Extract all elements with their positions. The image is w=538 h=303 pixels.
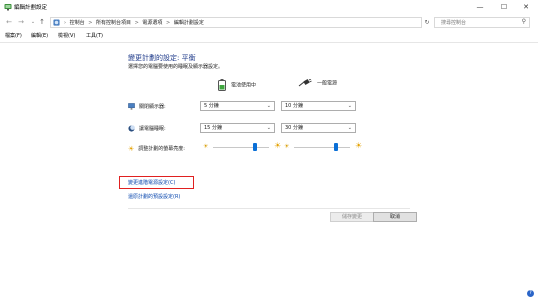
brightness-battery-slider[interactable]: ☀ ☀ — [203, 141, 283, 152]
breadcrumb-separator: › — [64, 20, 66, 26]
slider-thumb[interactable] — [334, 143, 338, 151]
refresh-icon[interactable]: ↻ — [422, 17, 432, 28]
sleep-row: 讓電腦睡眠: — [128, 125, 166, 132]
menu-tools[interactable]: 工具(T) — [86, 32, 103, 39]
slider-track[interactable] — [294, 147, 350, 148]
display-off-plugged-value: 10 分鐘 — [285, 103, 303, 109]
footer-divider — [128, 208, 410, 209]
minimize-button[interactable]: — — [468, 0, 492, 14]
column-header-plugged-in: 一般電源 — [298, 79, 337, 87]
column-header-battery: 電池使用中 — [218, 79, 256, 91]
menu-edit[interactable]: 編輯(E) — [31, 32, 48, 39]
chevron-down-icon: ⌄ — [347, 125, 352, 131]
menu-bar: 檔案(F) 編輯(E) 檢視(V) 工具(T) — [0, 31, 538, 41]
help-icon[interactable]: ? — [527, 290, 534, 297]
chevron-down-icon: ⌄ — [266, 125, 271, 131]
dim-sun-icon: ☀ — [203, 143, 209, 150]
control-panel-icon — [53, 19, 60, 26]
breadcrumb-separator: > — [166, 20, 171, 26]
display-off-label: 關閉顯示器: — [139, 104, 166, 110]
sleep-plugged-value: 30 分鐘 — [285, 125, 303, 131]
window-title: 編輯計劃設定 — [14, 5, 48, 11]
slider-thumb[interactable] — [253, 143, 257, 151]
navigation-bar: ← → ⌄ ↑ › 控制台 > 所有控制台項目 > 電源選項 > 編輯計劃設定 … — [0, 14, 538, 31]
chevron-down-icon: ⌄ — [347, 103, 352, 109]
breadcrumb-power-options[interactable]: 電源選項 — [142, 20, 162, 26]
close-button[interactable]: ✕ — [514, 0, 538, 14]
display-off-plugged-select[interactable]: 10 分鐘 ⌄ — [281, 101, 356, 111]
menu-divider — [0, 42, 538, 43]
brightness-row: ☀ 調整計劃的螢幕亮度: — [128, 145, 185, 153]
plug-icon — [298, 79, 312, 87]
page-subtitle: 選擇您的電腦要使用的睡眠及顯示器設定。 — [128, 64, 224, 70]
title-bar: 編輯計劃設定 — ☐ ✕ — [0, 0, 538, 14]
sleep-battery-select[interactable]: 15 分鐘 ⌄ — [200, 123, 275, 133]
breadcrumb-edit-plan[interactable]: 編輯計劃設定 — [174, 20, 204, 26]
address-bar[interactable]: › 控制台 > 所有控制台項目 > 電源選項 > 編輯計劃設定 ⌄ — [50, 17, 463, 28]
up-button[interactable]: ↑ — [37, 17, 47, 27]
breadcrumb-control-panel[interactable]: 控制台 — [70, 20, 85, 26]
back-button[interactable]: ← — [4, 17, 14, 27]
save-changes-button[interactable]: 儲存變更 — [330, 212, 374, 222]
advanced-settings-link[interactable]: 變更進階電源設定(C) — [128, 179, 175, 186]
menu-view[interactable]: 檢視(V) — [58, 32, 75, 39]
breadcrumb-all-items[interactable]: 所有控制台項目 — [96, 20, 131, 26]
plugged-in-label: 一般電源 — [317, 80, 338, 87]
sleep-moon-icon — [128, 125, 135, 132]
sleep-plugged-select[interactable]: 30 分鐘 ⌄ — [281, 123, 356, 133]
breadcrumb-separator: > — [88, 20, 93, 26]
search-icon[interactable]: ⚲ — [522, 18, 526, 25]
sleep-label: 讓電腦睡眠: — [139, 126, 166, 132]
display-off-battery-select[interactable]: 5 分鐘 ⌄ — [200, 101, 275, 111]
search-input[interactable]: 搜尋控制台 ⚲ — [434, 17, 530, 28]
power-options-icon — [4, 4, 12, 11]
dim-sun-icon: ☀ — [284, 143, 290, 150]
maximize-button[interactable]: ☐ — [492, 0, 516, 14]
page-title: 變更計劃的設定: 平衡 — [128, 54, 196, 62]
brightness-plugged-slider[interactable]: ☀ ☀ — [284, 141, 364, 152]
slider-track[interactable] — [213, 147, 269, 148]
brightness-label: 調整計劃的螢幕亮度: — [138, 146, 185, 152]
bright-sun-icon: ☀ — [274, 141, 282, 150]
search-placeholder: 搜尋控制台 — [441, 20, 467, 26]
restore-defaults-link[interactable]: 還原計劃的預設設定(R) — [128, 193, 180, 200]
display-off-battery-value: 5 分鐘 — [204, 103, 219, 109]
sleep-battery-value: 15 分鐘 — [204, 125, 222, 131]
chevron-down-icon: ⌄ — [266, 103, 271, 109]
battery-icon — [218, 79, 226, 91]
brightness-icon: ☀ — [128, 145, 135, 153]
breadcrumb-separator: > — [134, 20, 139, 26]
menu-file[interactable]: 檔案(F) — [5, 32, 22, 39]
display-off-row: 關閉顯示器: — [128, 103, 166, 110]
battery-label: 電池使用中 — [231, 82, 257, 89]
bright-sun-icon: ☀ — [355, 141, 363, 150]
forward-button[interactable]: → — [16, 17, 26, 27]
cancel-button[interactable]: 取消 — [373, 212, 417, 222]
monitor-icon — [128, 103, 135, 110]
breadcrumb: › 控制台 > 所有控制台項目 > 電源選項 > 編輯計劃設定 — [62, 19, 204, 26]
